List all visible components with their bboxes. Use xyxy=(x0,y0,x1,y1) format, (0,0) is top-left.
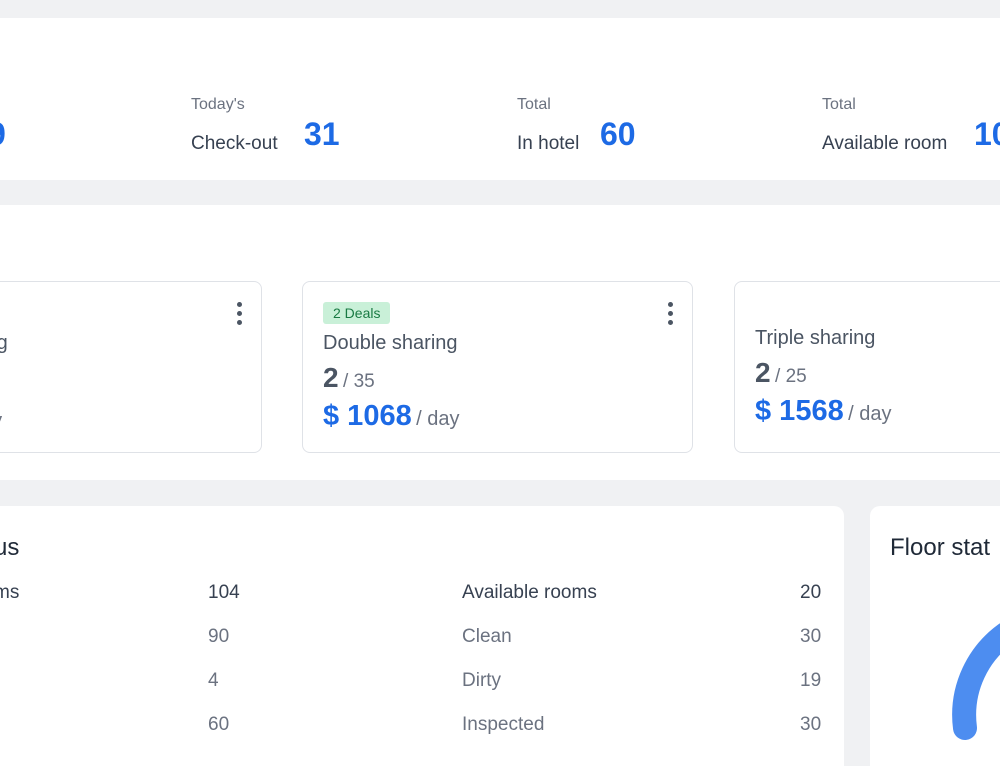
room-count: 2 / 25 xyxy=(755,357,807,389)
status-label: Available rooms xyxy=(462,582,597,603)
available-caption: Total xyxy=(822,96,856,113)
status-label: Dirty xyxy=(462,670,502,691)
status-value: 4 xyxy=(208,670,219,691)
checkout-value: 31 xyxy=(304,116,340,152)
room-status-title: us xyxy=(0,534,20,561)
gauge-arc xyxy=(952,623,1000,740)
floor-status-panel: Floor stat xyxy=(870,506,1000,766)
status-value: 19 xyxy=(800,670,822,691)
stats-bar: 9 Today's Check-out 31 Total In hotel 60… xyxy=(0,18,1000,180)
status-value: 30 xyxy=(800,626,822,647)
price-per-label: / day xyxy=(416,408,460,430)
room-count: 2 / 35 xyxy=(323,362,375,394)
status-value: 104 xyxy=(208,582,240,603)
status-label: Clean xyxy=(462,626,512,647)
total-count: / 25 xyxy=(775,366,807,387)
room-status-panel: us ms 104 90 4 60 Available rooms 20 Cle… xyxy=(0,506,844,766)
room-card-single[interactable]: ing ay xyxy=(0,281,262,453)
deals-badge: 2 Deals xyxy=(323,302,391,324)
room-price-per: ay xyxy=(0,410,2,433)
status-label: Inspected xyxy=(462,714,545,735)
room-card-triple[interactable]: Triple sharing 2 / 25 $ 1568 / day xyxy=(734,281,1000,453)
in-hotel-caption: Total xyxy=(517,96,551,113)
more-options-icon[interactable] xyxy=(666,302,674,328)
in-hotel-value: 60 xyxy=(600,116,636,152)
floor-status-gauge xyxy=(952,623,1000,740)
in-hotel-label: In hotel xyxy=(517,133,580,154)
status-value: 60 xyxy=(208,714,230,735)
room-card-double[interactable]: 2 Deals Double sharing 2 / 35 $ 1068 / d… xyxy=(302,281,693,453)
room-price: $ 1068 / day xyxy=(323,400,460,433)
status-value: 90 xyxy=(208,626,230,647)
available-value: 10 xyxy=(974,116,1000,152)
checkout-label: Check-out xyxy=(191,133,278,154)
more-options-icon[interactable] xyxy=(235,302,243,328)
room-types-panel: ing ay 2 Deals Double sharing 2 / 35 $ 1… xyxy=(0,205,1000,480)
available-label: Available room xyxy=(822,133,948,154)
room-name: ing xyxy=(0,332,8,354)
occupied-count: 2 xyxy=(755,357,771,388)
status-value: 20 xyxy=(800,582,822,603)
room-name: Triple sharing xyxy=(755,327,876,349)
room-price: $ 1568 / day xyxy=(755,395,892,428)
price-amount: $ 1068 xyxy=(323,400,412,432)
status-value: 30 xyxy=(800,714,822,735)
checkin-value: 9 xyxy=(0,116,6,153)
occupied-count: 2 xyxy=(323,362,339,393)
total-count: / 35 xyxy=(343,371,375,392)
price-per-label: ay xyxy=(0,410,2,432)
status-label: ms xyxy=(0,582,20,603)
checkout-caption: Today's xyxy=(191,96,245,113)
price-per-label: / day xyxy=(848,403,892,425)
room-name: Double sharing xyxy=(323,332,458,354)
price-amount: $ 1568 xyxy=(755,395,844,427)
